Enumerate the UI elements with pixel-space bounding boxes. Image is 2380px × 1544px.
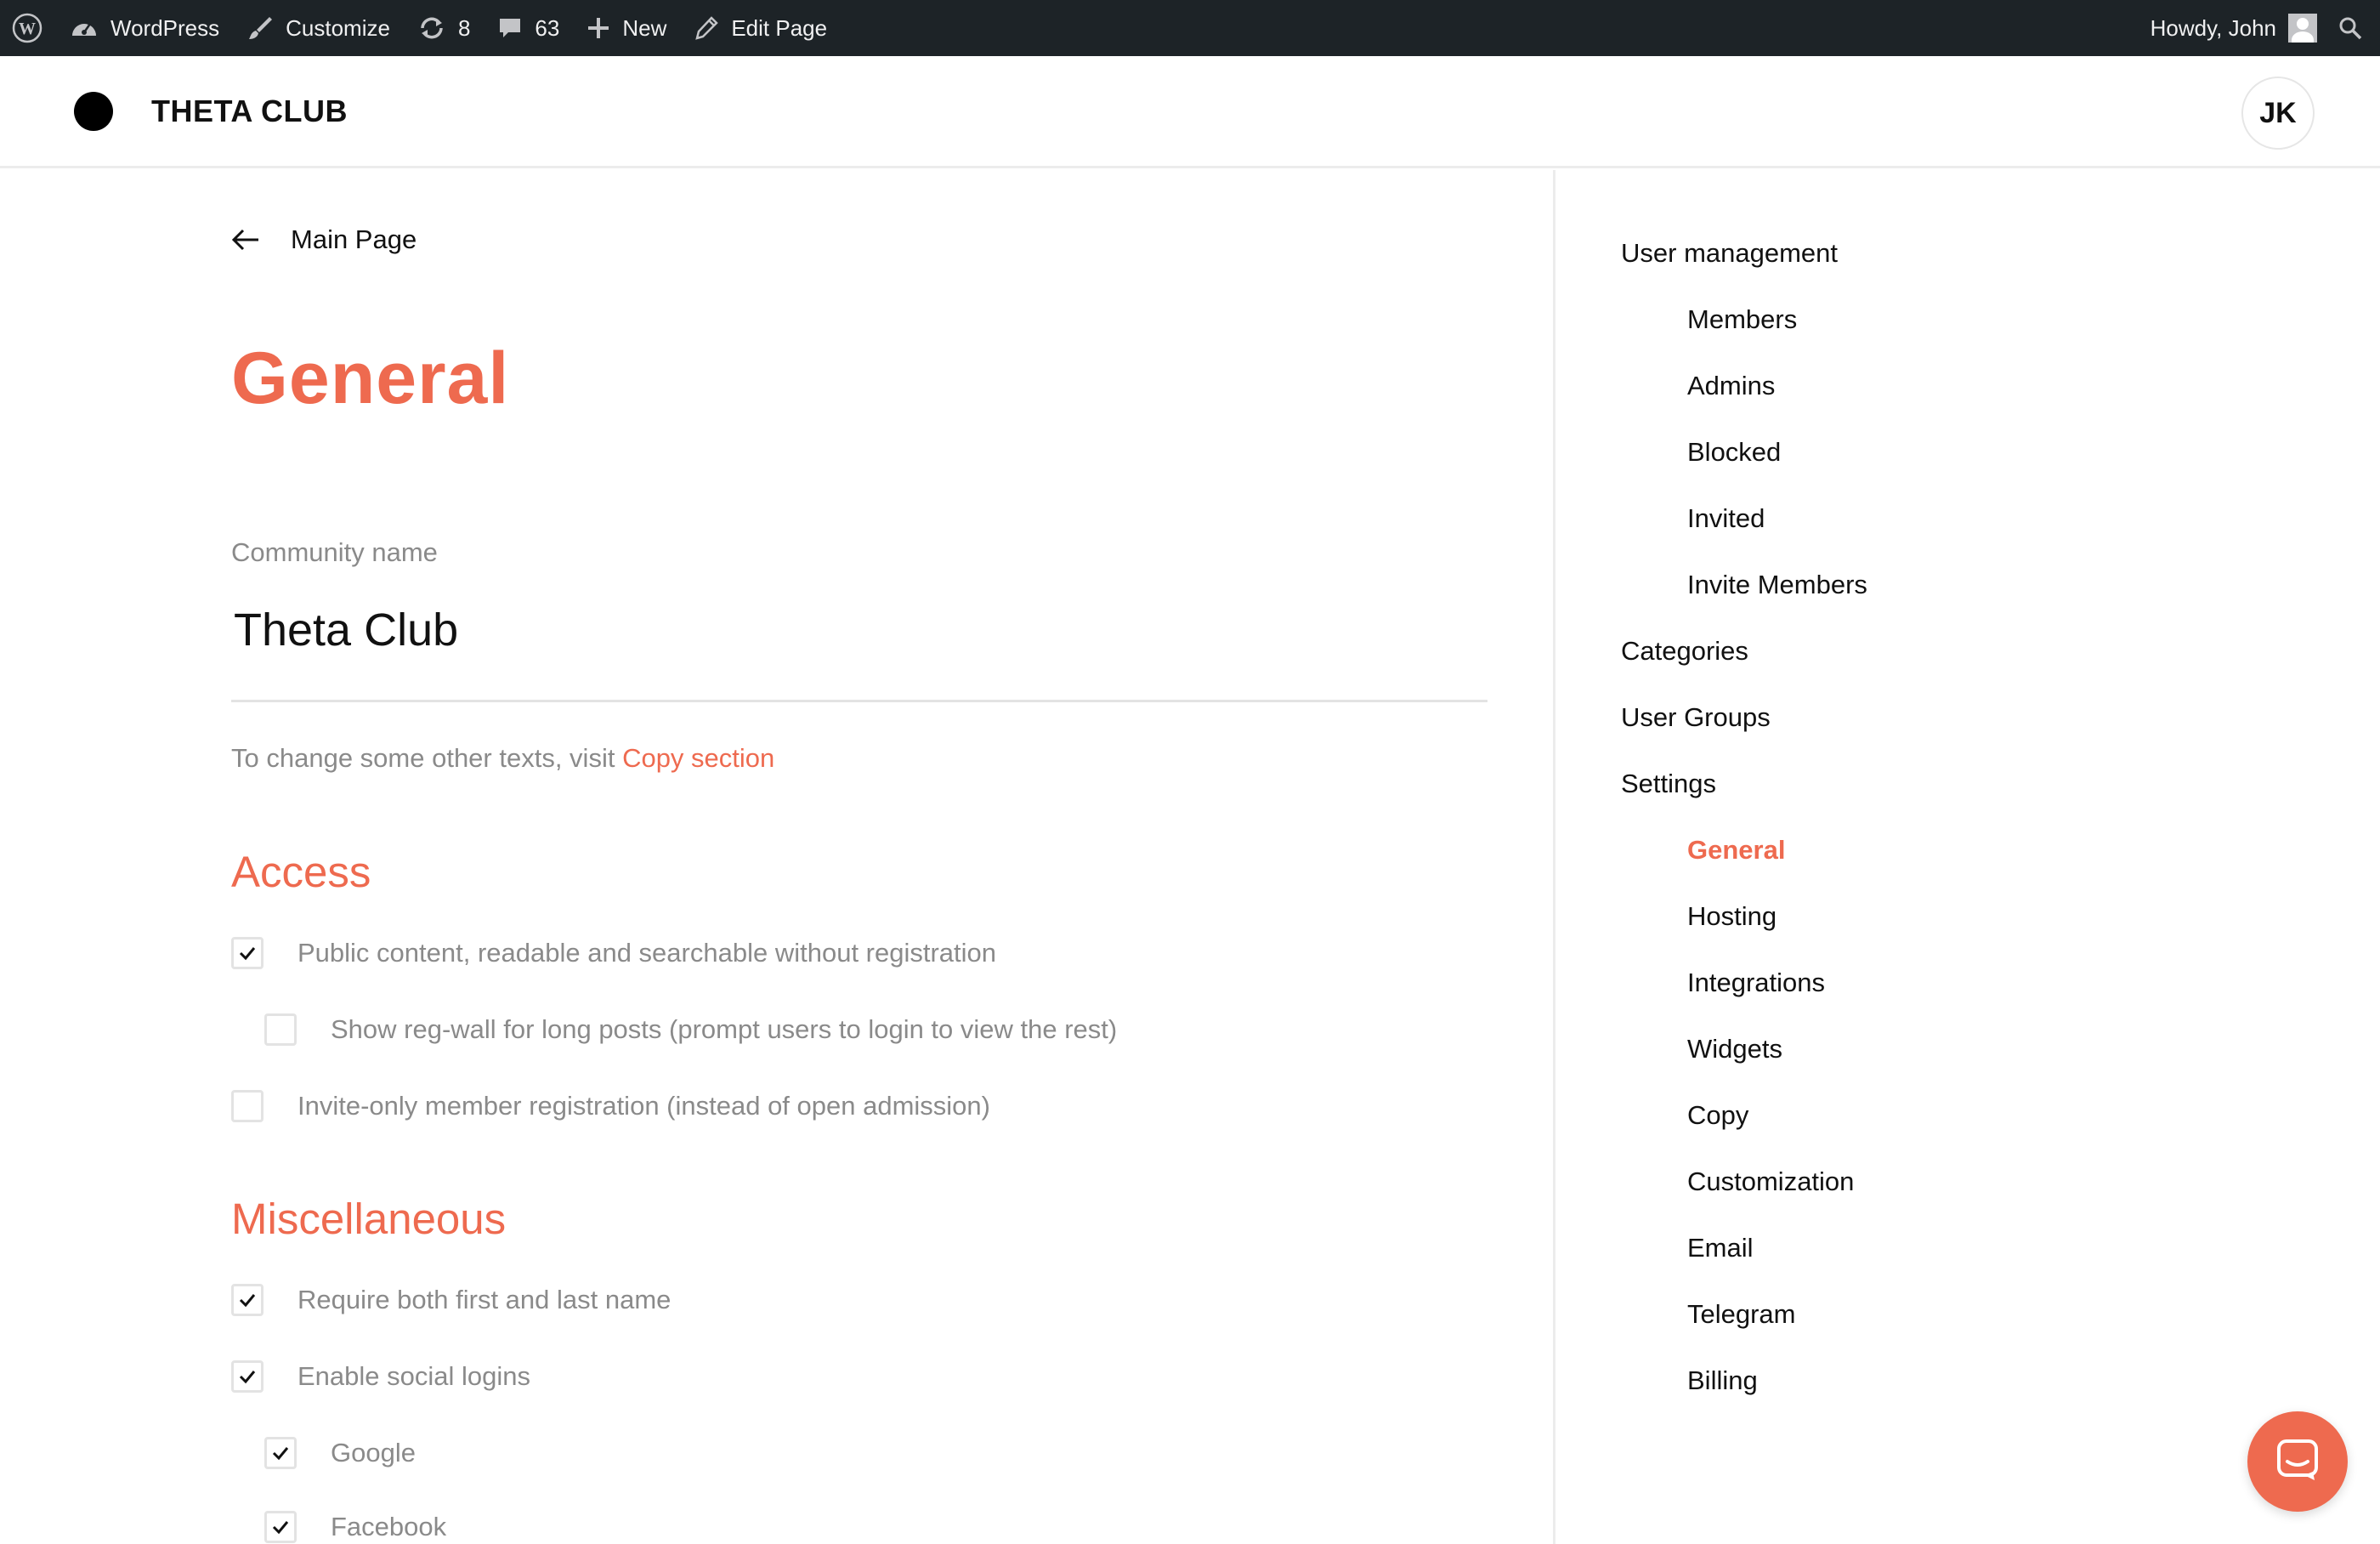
user-avatar-button[interactable]: JK <box>2241 77 2315 150</box>
dashboard-icon <box>70 15 99 41</box>
checkbox-social-logins[interactable] <box>231 1360 264 1393</box>
refresh-icon <box>417 15 446 41</box>
howdy-label: Howdy, John <box>2150 14 2276 41</box>
edit-page-label: Edit Page <box>731 14 828 41</box>
option-public-content[interactable]: Public content, readable and searchable … <box>231 937 996 969</box>
search-icon <box>2338 15 2363 41</box>
nav-email[interactable]: Email <box>1687 1233 1754 1263</box>
pencil-icon <box>694 15 719 41</box>
nav-admins[interactable]: Admins <box>1687 371 1775 401</box>
nav-telegram[interactable]: Telegram <box>1687 1299 1796 1330</box>
checkbox-invite-only[interactable] <box>231 1090 264 1122</box>
admin-search[interactable] <box>2327 0 2380 56</box>
new-content-menu[interactable]: New <box>570 0 677 56</box>
page-title: General <box>231 338 510 419</box>
option-label: Enable social logins <box>298 1361 531 1391</box>
community-name-input[interactable]: Theta Club <box>234 605 458 656</box>
sidebar-divider <box>1553 170 1556 1544</box>
nav-billing[interactable]: Billing <box>1687 1365 1758 1396</box>
my-account-menu[interactable]: Howdy, John <box>2140 0 2327 56</box>
checkmark-icon <box>272 1447 289 1461</box>
option-label: Public content, readable and searchable … <box>298 938 997 968</box>
nav-copy[interactable]: Copy <box>1687 1100 1748 1131</box>
checkmark-icon <box>272 1521 289 1535</box>
checkbox-public-content[interactable] <box>231 937 264 969</box>
wp-logo-menu[interactable]: W <box>0 0 53 56</box>
edit-page-menu[interactable]: Edit Page <box>677 0 837 56</box>
option-label: Require both first and last name <box>298 1285 672 1314</box>
admin-avatar <box>2288 14 2317 43</box>
site-header: THETA CLUB JK <box>0 56 2380 168</box>
checkbox-require-full-name[interactable] <box>231 1284 264 1316</box>
wp-admin-bar: W WordPress Customize 8 63 New Edit Page… <box>0 0 2380 56</box>
option-label: Invite-only member registration (instead… <box>298 1091 990 1121</box>
copy-section-link[interactable]: Copy section <box>622 743 774 773</box>
comment-icon <box>497 15 523 41</box>
nav-categories[interactable]: Categories <box>1621 636 1748 667</box>
copy-hint: To change some other texts, visit Copy s… <box>231 743 774 774</box>
chat-launcher-button[interactable] <box>2247 1411 2348 1512</box>
option-label: Facebook <box>331 1512 447 1541</box>
nav-blocked[interactable]: Blocked <box>1687 437 1781 468</box>
option-invite-only[interactable]: Invite-only member registration (instead… <box>231 1090 990 1122</box>
option-require-full-name[interactable]: Require both first and last name <box>231 1284 671 1316</box>
checkbox-facebook-login[interactable] <box>264 1511 297 1543</box>
community-name-underline <box>231 700 1488 702</box>
updates-menu[interactable]: 8 <box>400 0 480 56</box>
nav-general[interactable]: General <box>1687 835 1785 866</box>
checkbox-google-login[interactable] <box>264 1437 297 1469</box>
comments-count: 63 <box>535 14 560 41</box>
customize-menu[interactable]: Customize <box>230 0 400 56</box>
nav-hosting[interactable]: Hosting <box>1687 901 1776 932</box>
access-section-title: Access <box>231 848 371 896</box>
wordpress-logo-icon: W <box>12 13 42 43</box>
community-name-label: Community name <box>231 537 438 567</box>
miscellaneous-section-title: Miscellaneous <box>231 1195 507 1243</box>
plus-icon <box>586 16 610 40</box>
comments-menu[interactable]: 63 <box>480 0 570 56</box>
site-title[interactable]: THETA CLUB <box>151 92 348 131</box>
option-reg-wall[interactable]: Show reg-wall for long posts (prompt use… <box>264 1013 1117 1046</box>
nav-integrations[interactable]: Integrations <box>1687 968 1825 998</box>
copy-hint-text: To change some other texts, visit <box>231 743 623 773</box>
nav-members[interactable]: Members <box>1687 304 1797 335</box>
nav-widgets[interactable]: Widgets <box>1687 1034 1782 1064</box>
site-name-menu[interactable]: WordPress <box>53 0 230 56</box>
new-label: New <box>622 14 667 41</box>
option-google-login[interactable]: Google <box>264 1437 416 1469</box>
back-link-label: Main Page <box>291 224 417 254</box>
nav-user-groups[interactable]: User Groups <box>1621 702 1771 733</box>
nav-customization[interactable]: Customization <box>1687 1167 1854 1197</box>
option-facebook-login[interactable]: Facebook <box>264 1511 446 1543</box>
option-social-logins[interactable]: Enable social logins <box>231 1360 530 1393</box>
user-initials: JK <box>2259 96 2297 129</box>
brush-icon <box>246 14 274 42</box>
chat-icon <box>2274 1436 2321 1488</box>
site-logo[interactable] <box>74 92 113 131</box>
site-name-label: WordPress <box>110 14 220 41</box>
option-label: Google <box>331 1438 416 1467</box>
checkmark-icon <box>239 1371 256 1384</box>
svg-text:W: W <box>19 20 36 38</box>
arrow-left-icon <box>230 223 264 257</box>
updates-count: 8 <box>457 14 471 41</box>
checkmark-icon <box>239 947 256 961</box>
checkmark-icon <box>239 1294 256 1308</box>
checkbox-reg-wall[interactable] <box>264 1013 297 1046</box>
nav-settings[interactable]: Settings <box>1621 769 1716 799</box>
nav-invited[interactable]: Invited <box>1687 503 1765 534</box>
nav-invite-members[interactable]: Invite Members <box>1687 570 1867 600</box>
option-label: Show reg-wall for long posts (prompt use… <box>331 1014 1118 1044</box>
back-to-main-page-link[interactable]: Main Page <box>230 223 416 257</box>
customize-label: Customize <box>286 14 390 41</box>
nav-user-management[interactable]: User management <box>1621 238 1838 269</box>
